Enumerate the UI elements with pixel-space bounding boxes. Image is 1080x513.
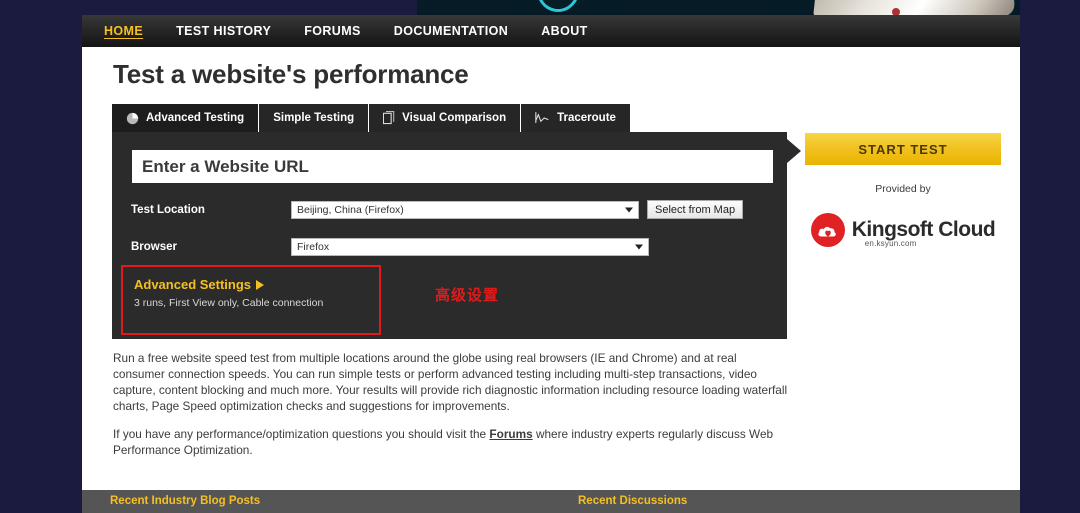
forums-paragraph: If you have any performance/optimization… (113, 426, 791, 458)
document-pages-icon (383, 111, 395, 125)
nav-item-forums[interactable]: FORUMS (304, 24, 361, 38)
select-from-map-button[interactable]: Select from Map (647, 200, 744, 219)
nav-item-home[interactable]: HOME (104, 24, 143, 38)
top-banner-strip (0, 0, 1080, 15)
browser-value: Firefox (297, 241, 330, 253)
browser-label: Browser (131, 241, 178, 253)
test-location-row: Test Location Beijing, China (Firefox) S… (131, 200, 771, 219)
start-test-button[interactable]: START TEST (805, 133, 1001, 165)
tab-traceroute[interactable]: Traceroute (521, 104, 630, 132)
tab-label: Advanced Testing (146, 112, 245, 124)
nav-item-test-history[interactable]: TEST HISTORY (176, 24, 271, 38)
panel-arrow-notch-icon (787, 139, 801, 163)
tab-simple-testing[interactable]: Simple Testing (259, 104, 370, 132)
advanced-settings-summary: 3 runs, First View only, Cable connectio… (134, 297, 324, 309)
forums-paragraph-part1: If you have any performance/optimization… (113, 427, 490, 441)
test-mode-tabs: Advanced Testing Simple Testing Visual C… (112, 104, 630, 132)
test-location-label: Test Location (131, 203, 205, 216)
kingsoft-cloud-wordmark: Kingsoft Cloud (851, 218, 996, 241)
website-url-input[interactable] (132, 150, 773, 183)
browser-row: Browser Firefox (131, 238, 771, 256)
chevron-down-icon (625, 207, 633, 212)
chevron-down-icon (635, 244, 643, 250)
expand-arrow-icon (256, 280, 264, 290)
logo-text-wrap: Kingsoft Cloud en.ksyun.com (851, 218, 996, 248)
tab-label: Visual Comparison (402, 112, 507, 124)
advanced-settings-box[interactable]: Advanced Settings 3 runs, First View onl… (121, 265, 381, 335)
tab-visual-comparison[interactable]: Visual Comparison (369, 104, 522, 132)
intro-paragraph: Run a free website speed test from multi… (113, 351, 788, 413)
nav-item-about[interactable]: ABOUT (541, 24, 587, 38)
swoosh-icon (528, 0, 588, 15)
line-chart-icon (535, 111, 550, 125)
banner-image (417, 0, 1020, 15)
kingsoft-cloud-mark-icon (810, 213, 845, 247)
tab-label: Traceroute (557, 112, 616, 124)
provided-by-label: Provided by (875, 183, 931, 195)
annotation-label: 高级设置 (435, 287, 500, 304)
banner-accent-dot (892, 8, 900, 15)
footer-recent-discussions[interactable]: Recent Discussions (578, 495, 687, 507)
browser-select[interactable]: Firefox (291, 238, 649, 256)
footer-bar: Recent Industry Blog Posts Recent Discus… (82, 490, 1020, 513)
pie-chart-icon (126, 112, 139, 125)
main-navigation: HOME TEST HISTORY FORUMS DOCUMENTATION A… (82, 15, 1020, 47)
test-location-value: Beijing, China (Firefox) (297, 203, 404, 216)
test-location-select[interactable]: Beijing, China (Firefox) (291, 200, 639, 219)
tab-advanced-testing[interactable]: Advanced Testing (112, 104, 260, 132)
footer-recent-blog-posts[interactable]: Recent Industry Blog Posts (110, 495, 260, 507)
kingsoft-cloud-url: en.ksyun.com (864, 239, 917, 248)
sponsor-logo[interactable]: Kingsoft Cloud en.ksyun.com (805, 207, 1001, 253)
nav-item-documentation[interactable]: DOCUMENTATION (394, 24, 508, 38)
forums-link[interactable]: Forums (489, 427, 532, 441)
banner-object-image (813, 0, 1017, 15)
tab-label: Simple Testing (273, 112, 355, 124)
advanced-settings-title: Advanced Settings (134, 277, 252, 292)
page-root: HOME TEST HISTORY FORUMS DOCUMENTATION A… (0, 0, 1080, 513)
page-title: Test a website's performance (113, 59, 469, 89)
